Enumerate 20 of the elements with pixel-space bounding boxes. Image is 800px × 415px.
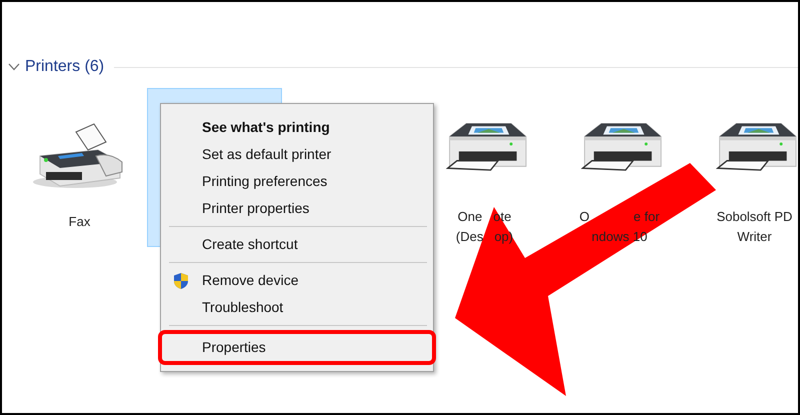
device-label[interactable]: O: [579, 207, 590, 227]
menu-item[interactable]: Properties: [158, 330, 436, 365]
menu-item[interactable]: Printing preferences: [163, 168, 431, 195]
device-label[interactable]: One: [458, 207, 482, 227]
menu-item[interactable]: Set as default printer: [163, 141, 431, 168]
menu-item[interactable]: Troubleshoot: [163, 294, 431, 321]
menu-item[interactable]: See what's printing: [163, 114, 431, 141]
menu-item[interactable]: Create shortcut: [163, 231, 431, 258]
chevron-icon[interactable]: [8, 63, 20, 71]
device-tile[interactable]: Sobolsoft PD Writer: [687, 88, 798, 247]
device-label[interactable]: (Des: [456, 227, 484, 247]
device-label[interactable]: Sobolsoft PD: [716, 207, 792, 227]
menu-item[interactable]: Printer properties: [163, 195, 431, 222]
device-label[interactable]: Fax: [68, 212, 90, 232]
device-label[interactable]: e for: [634, 207, 660, 227]
device-label[interactable]: op): [494, 227, 514, 247]
section-title: Printers (6): [25, 58, 104, 76]
menu-item[interactable]: Remove device: [163, 267, 431, 294]
device-tile[interactable]: Fax: [12, 88, 147, 247]
device-label[interactable]: Writer: [737, 227, 772, 247]
